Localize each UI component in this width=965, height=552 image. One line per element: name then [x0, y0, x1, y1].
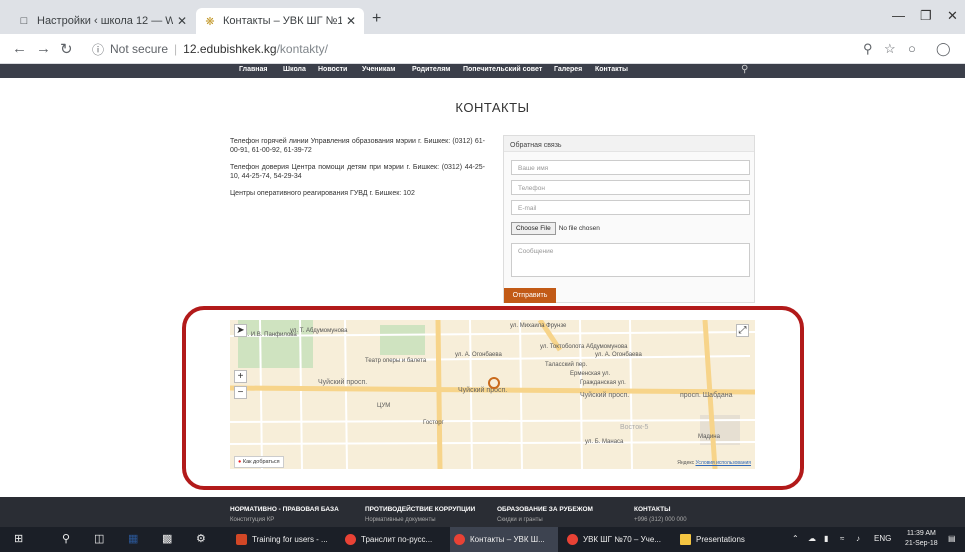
close-icon[interactable]: ✕	[177, 14, 187, 28]
name-field[interactable]: Ваше имя	[511, 160, 750, 175]
site-footer: НОРМАТИВНО - ПРАВОВАЯ БАЗА Конституция К…	[0, 497, 965, 527]
footer-phone: +996 (312) 000 000	[634, 517, 687, 523]
browser-toolbar: ← → ↻ ⓘ Not secure | 12.edubishkek.kg /k…	[0, 34, 965, 64]
footer-legal-title[interactable]: НОРМАТИВНО - ПРАВОВАЯ БАЗА	[230, 506, 339, 513]
taskbar-app-label: УВК ШГ №70 – Уче...	[583, 535, 661, 544]
bookmark-star-icon[interactable]: ☆	[884, 41, 896, 57]
chrome-icon	[454, 534, 465, 545]
taskbar-app-label: Транслит по-русс...	[361, 535, 433, 544]
phone-field[interactable]: Телефон	[511, 180, 750, 195]
url-separator: |	[174, 42, 178, 56]
tab-title: Контакты – УВК ШГ №12	[223, 15, 342, 27]
browser-tab-strip: □ Настройки ‹ школа 12 — Word ✕ ❋ Контак…	[0, 0, 965, 34]
trust-line-text: Телефон доверия Центра помощи детям при …	[230, 164, 485, 180]
file-upload: Choose File No file chosen	[511, 222, 600, 235]
taskbar-app-label: Контакты – УВК Ш...	[470, 535, 545, 544]
map-highlight-outline	[182, 306, 804, 490]
language-indicator[interactable]: ENG	[874, 534, 891, 543]
profile-icon[interactable]: ◯	[936, 41, 951, 57]
taskbar-app-chrome-translit[interactable]: Транслит по-русс...	[341, 527, 445, 552]
reload-icon[interactable]: ↻	[60, 40, 73, 58]
powerpoint-icon	[236, 534, 247, 545]
site-nav: Главная Школа Новости Ученикам Родителям…	[0, 64, 965, 78]
url-domain: 12.edubishkek.kg	[183, 42, 277, 56]
footer-abroad-link[interactable]: Скидки и гранты	[497, 517, 543, 523]
message-field[interactable]: Сообщение	[511, 243, 750, 277]
footer-legal-link[interactable]: Конституция КР	[230, 517, 274, 523]
nav-item-gallery[interactable]: Галерея	[554, 66, 582, 73]
feedback-form: Обратная связь Ваше имя Телефон E-mail C…	[503, 135, 755, 303]
feedback-title: Обратная связь	[504, 136, 754, 152]
chrome-icon	[567, 534, 578, 545]
file-status: No file chosen	[558, 225, 600, 232]
taskbar-app-label: Presentations	[696, 535, 745, 544]
taskbar-app-powerpoint[interactable]: Training for users - ...	[232, 527, 336, 552]
search-icon[interactable]: ⚲	[62, 532, 70, 545]
submit-button[interactable]: Отправить	[504, 288, 556, 303]
nav-item-home[interactable]: Главная	[239, 66, 267, 73]
wifi-icon[interactable]: ≈	[840, 534, 844, 543]
footer-contacts-title[interactable]: КОНТАКТЫ	[634, 506, 670, 513]
tab-title: Настройки ‹ школа 12 — Word	[37, 15, 173, 27]
nav-item-parents[interactable]: Родителям	[412, 66, 450, 73]
clock-date: 21-Sep-18	[905, 540, 938, 547]
info-icon[interactable]: ⓘ	[92, 41, 104, 58]
email-field[interactable]: E-mail	[511, 200, 750, 215]
notifications-icon[interactable]: ▤	[948, 534, 956, 543]
windows-taskbar: ⊞ ⚲ ◫ ▦ ▩ ⚙ Training for users - ... Тра…	[0, 527, 965, 552]
security-status: Not secure	[110, 42, 169, 56]
nav-item-school[interactable]: Школа	[283, 66, 306, 73]
cloud-icon[interactable]: ☁	[808, 534, 816, 543]
back-icon[interactable]: ←	[12, 40, 27, 57]
extension-icon[interactable]: ○	[908, 41, 916, 56]
nav-item-news[interactable]: Новости	[318, 66, 347, 73]
search-icon[interactable]: ⚲	[741, 64, 748, 75]
hotline-text: Телефон горячей линии Управления образов…	[230, 138, 485, 154]
task-view-icon[interactable]: ◫	[94, 532, 104, 545]
close-icon[interactable]: ✕	[346, 14, 356, 28]
taskbar-app-presentations[interactable]: Presentations	[676, 527, 766, 552]
word-icon[interactable]: ▦	[128, 532, 138, 545]
nav-item-contacts[interactable]: Контакты	[595, 66, 628, 73]
zoom-icon[interactable]: ⚲	[863, 41, 873, 57]
tab-settings[interactable]: □ Настройки ‹ школа 12 — Word ✕	[10, 8, 195, 34]
restore-icon[interactable]: ❐	[920, 8, 932, 24]
site-favicon-icon: ❋	[205, 15, 215, 28]
nav-item-students[interactable]: Ученикам	[362, 66, 395, 73]
page-icon: □	[20, 15, 28, 27]
settings-icon[interactable]: ⚙	[196, 532, 206, 545]
choose-file-button[interactable]: Choose File	[511, 222, 556, 235]
address-bar[interactable]: ⓘ Not secure | 12.edubishkek.kg /kontakt…	[92, 39, 832, 59]
battery-icon[interactable]: ▮	[824, 534, 828, 543]
footer-anticorruption-title[interactable]: ПРОТИВОДЕЙСТВИЕ КОРРУПЦИИ	[365, 506, 475, 513]
footer-abroad-title[interactable]: ОБРАЗОВАНИЕ ЗА РУБЕЖОМ	[497, 506, 593, 513]
response-center-text: Центры оперативного реагирования ГУВД г.…	[230, 190, 415, 197]
close-window-icon[interactable]: ✕	[947, 8, 958, 24]
paint-icon[interactable]: ▩	[162, 532, 172, 545]
folder-icon	[680, 534, 691, 545]
tray-chevron-icon[interactable]: ⌃	[792, 534, 799, 543]
volume-icon[interactable]: ♪	[856, 534, 860, 543]
new-tab-button[interactable]: +	[372, 10, 381, 28]
taskbar-app-chrome-contacts[interactable]: Контакты – УВК Ш...	[450, 527, 558, 552]
taskbar-app-chrome-uvk70[interactable]: УВК ШГ №70 – Уче...	[563, 527, 671, 552]
footer-anticorruption-link[interactable]: Нормативные документы	[365, 517, 436, 523]
system-clock[interactable]: 11:39 AM 21-Sep-18	[905, 529, 938, 549]
nav-item-board[interactable]: Попечительский совет	[463, 66, 542, 73]
page-title: КОНТАКТЫ	[455, 100, 530, 115]
windows-start-icon[interactable]: ⊞	[14, 532, 23, 545]
forward-icon[interactable]: →	[36, 40, 51, 57]
url-path: /kontakty/	[276, 42, 328, 56]
chrome-icon	[345, 534, 356, 545]
taskbar-app-label: Training for users - ...	[252, 535, 328, 544]
minimize-icon[interactable]: —	[892, 8, 905, 23]
clock-time: 11:39 AM	[906, 530, 936, 537]
tab-contacts[interactable]: ❋ Контакты – УВК ШГ №12 ✕	[196, 8, 364, 34]
